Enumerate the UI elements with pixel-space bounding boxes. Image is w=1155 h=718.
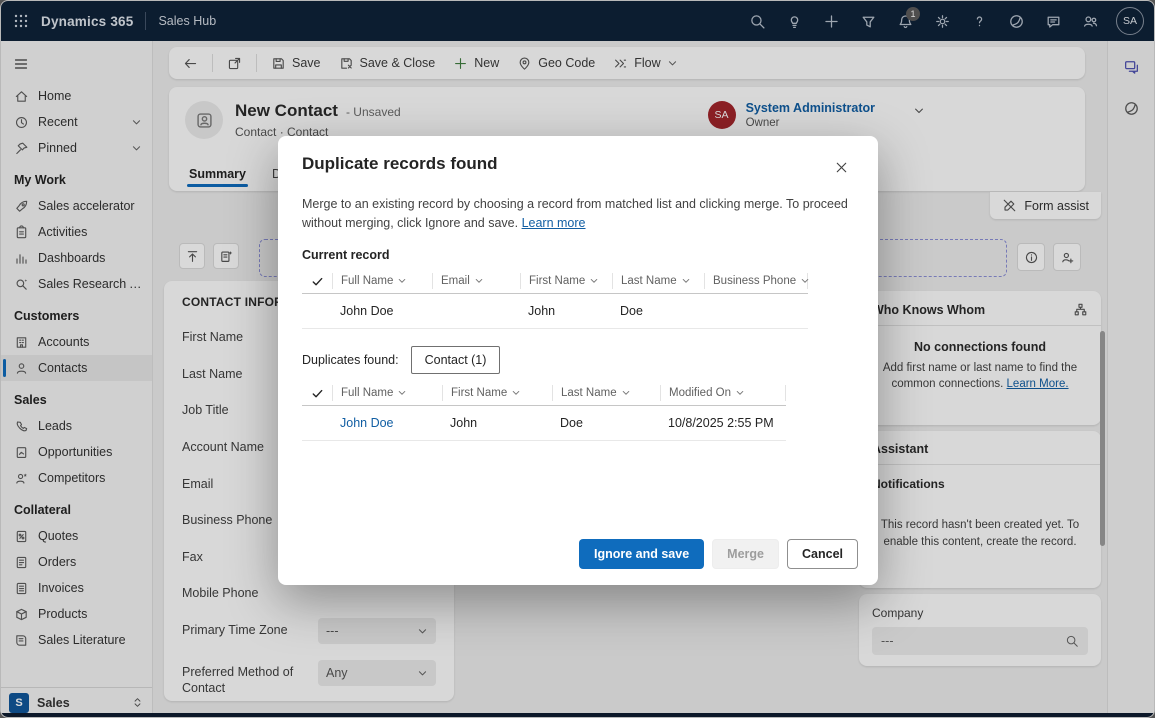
- current-record-label: Current record: [302, 248, 854, 262]
- duplicate-record-link[interactable]: John Doe: [332, 416, 442, 430]
- chevron-down-icon: [474, 276, 484, 286]
- column-header-first-name[interactable]: First Name: [442, 385, 552, 401]
- column-header-modified-on[interactable]: Modified On: [660, 385, 786, 401]
- duplicates-table: Full Name First Name Last Name Modified …: [302, 382, 786, 441]
- current-record-table: Full Name Email First Name Last Name Bus…: [302, 270, 808, 329]
- check-icon: [311, 275, 324, 288]
- column-header-email[interactable]: Email: [432, 273, 520, 289]
- column-header-last-name[interactable]: Last Name: [552, 385, 660, 401]
- duplicate-records-dialog: Duplicate records found Merge to an exis…: [278, 136, 878, 585]
- cancel-button[interactable]: Cancel: [787, 539, 858, 569]
- column-header-first-name[interactable]: First Name: [520, 273, 612, 289]
- check-icon: [311, 387, 324, 400]
- dialog-title: Duplicate records found: [302, 154, 498, 174]
- merge-button[interactable]: Merge: [712, 539, 779, 569]
- duplicates-found-label: Duplicates found:: [302, 353, 399, 367]
- learn-more-link[interactable]: Learn more: [522, 216, 586, 230]
- cell-last-name: Doe: [552, 416, 660, 430]
- column-header-last-name[interactable]: Last Name: [612, 273, 704, 289]
- cell-first-name: John: [520, 304, 612, 318]
- chevron-down-icon: [621, 388, 631, 398]
- chevron-down-icon: [735, 388, 745, 398]
- cell-last-name: Doe: [612, 304, 704, 318]
- chevron-down-icon: [397, 276, 407, 286]
- duplicates-contact-tab[interactable]: Contact (1): [411, 346, 501, 374]
- select-all-checkbox[interactable]: [302, 275, 332, 288]
- dialog-description: Merge to an existing record by choosing …: [302, 195, 854, 233]
- chevron-down-icon: [397, 388, 407, 398]
- ignore-and-save-button[interactable]: Ignore and save: [579, 539, 704, 569]
- table-row[interactable]: John Doe John Doe 10/8/2025 2:55 PM: [302, 406, 786, 441]
- column-header-full-name[interactable]: Full Name: [332, 385, 442, 401]
- cell-modified-on: 10/8/2025 2:55 PM: [660, 416, 786, 430]
- chevron-down-icon: [589, 276, 599, 286]
- chevron-down-icon: [511, 388, 521, 398]
- column-header-business-phone[interactable]: Business Phone: [704, 273, 808, 289]
- chevron-down-icon: [800, 276, 810, 286]
- column-header-full-name[interactable]: Full Name: [332, 273, 432, 289]
- close-icon[interactable]: [828, 154, 854, 180]
- cell-first-name: John: [442, 416, 552, 430]
- chevron-down-icon: [681, 276, 691, 286]
- app-window: Dynamics 365 Sales Hub 1 SA Home Recent …: [0, 0, 1155, 718]
- select-all-checkbox[interactable]: [302, 387, 332, 400]
- cell-full-name: John Doe: [332, 304, 432, 318]
- table-row[interactable]: John Doe John Doe: [302, 294, 808, 329]
